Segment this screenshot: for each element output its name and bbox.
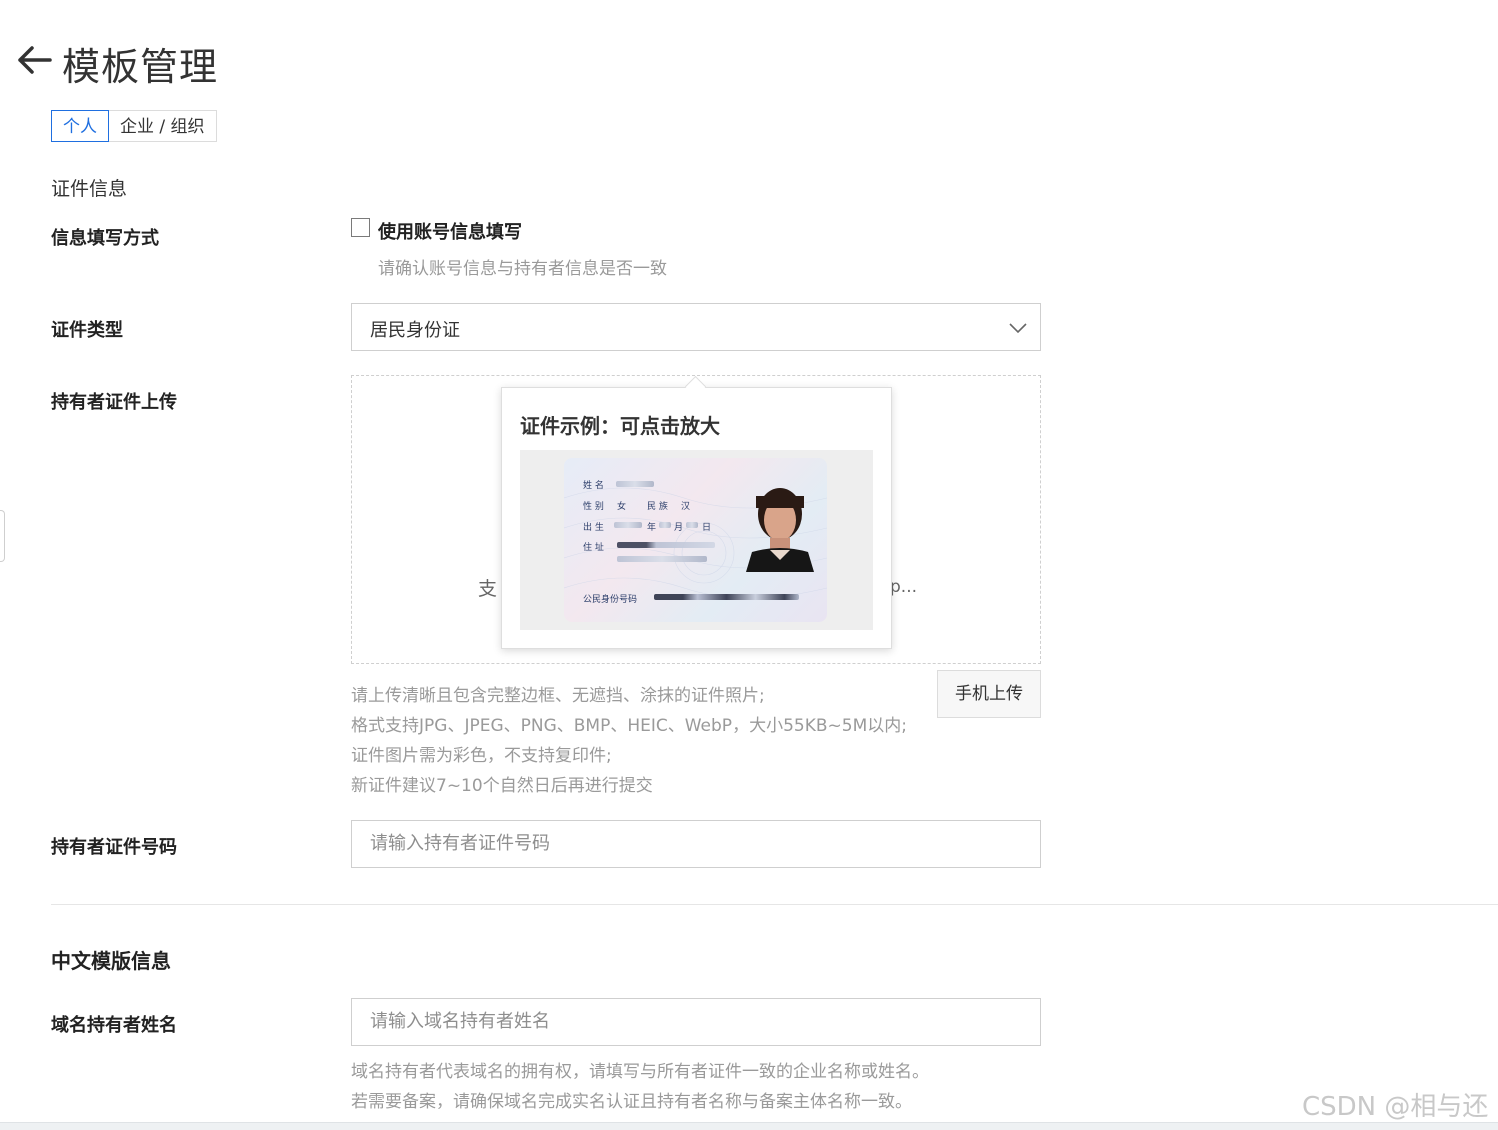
id-day-label: 日 xyxy=(702,523,712,533)
section-divider xyxy=(51,904,1498,905)
cert-example-popover: 证件示例：可点击放大 姓 名 性 别 女 民 族 汉 出 生 年 月 日 住 址… xyxy=(501,387,892,649)
id-number-input[interactable]: 请输入持有者证件号码 xyxy=(351,820,1041,868)
upload-help-line-4: 新证件建议7~10个自然日后再进行提交 xyxy=(351,776,653,796)
id-name-label: 姓 名 xyxy=(583,481,604,491)
id-birth-month-blur xyxy=(659,522,671,528)
id-address-label: 住 址 xyxy=(583,543,604,553)
id-number-label: 公民身份号码 xyxy=(583,595,638,605)
id-name-blur xyxy=(616,481,654,487)
section-title-cert-info: 证件信息 xyxy=(51,178,128,200)
section-title-chinese-template: 中文模版信息 xyxy=(51,949,171,973)
id-photo xyxy=(746,488,814,572)
id-number-blur xyxy=(654,594,799,600)
back-arrow-icon[interactable] xyxy=(14,40,54,80)
use-account-info-checkbox[interactable] xyxy=(351,218,370,237)
upload-support-text: 支 xyxy=(478,578,498,600)
tab-enterprise[interactable]: 企业 / 组织 xyxy=(109,110,217,142)
id-number-label-field: 持有者证件号码 xyxy=(51,837,177,858)
holder-name-help-line-1: 域名持有者代表域名的拥有权，请填写与所有者证件一致的企业名称或姓名。 xyxy=(351,1062,929,1082)
popover-title: 证件示例：可点击放大 xyxy=(520,414,720,438)
upload-format-text: p... xyxy=(890,577,918,597)
upload-help-line-3: 证件图片需为彩色，不支持复印件; xyxy=(351,746,612,766)
upload-help-line-1: 请上传清晰且包含完整边框、无遮挡、涂抹的证件照片; xyxy=(351,686,765,706)
mobile-upload-button[interactable]: 手机上传 xyxy=(937,670,1041,718)
fill-method-label: 信息填写方式 xyxy=(51,228,159,249)
holder-name-help-line-2: 若需要备案，请确保域名完成实名认证且持有者名称与备案主体名称一致。 xyxy=(351,1092,912,1112)
id-address-blur-2 xyxy=(617,556,707,562)
id-gender-label: 性 别 xyxy=(583,502,604,512)
tab-personal[interactable]: 个人 xyxy=(51,110,109,142)
cert-type-value: 居民身份证 xyxy=(370,320,460,341)
id-birth-year-blur xyxy=(614,522,642,528)
id-year-label: 年 xyxy=(647,523,657,533)
cert-type-label: 证件类型 xyxy=(51,320,123,341)
upload-help-line-2: 格式支持JPG、JPEG、PNG、BMP、HEIC、WebP，大小55KB~5M… xyxy=(351,716,907,736)
id-address-blur-1 xyxy=(617,542,715,548)
page-title: 模板管理 xyxy=(62,45,219,89)
cert-upload-label: 持有者证件上传 xyxy=(51,392,177,413)
csdn-watermark: CSDN @相与还 xyxy=(1302,1092,1489,1122)
holder-name-input[interactable]: 请输入域名持有者姓名 xyxy=(351,998,1041,1046)
chevron-down-icon xyxy=(1009,323,1027,334)
id-card-example-image[interactable]: 姓 名 性 别 女 民 族 汉 出 生 年 月 日 住 址 公民身份号码 xyxy=(520,450,873,630)
holder-name-label: 域名持有者姓名 xyxy=(51,1015,177,1036)
use-account-info-label[interactable]: 使用账号信息填写 xyxy=(378,218,522,244)
id-birth-label: 出 生 xyxy=(583,523,604,533)
id-ethnic-value: 汉 xyxy=(681,502,691,512)
cert-type-select[interactable]: 居民身份证 xyxy=(351,303,1041,351)
id-gender-value: 女 xyxy=(617,502,627,512)
id-card: 姓 名 性 别 女 民 族 汉 出 生 年 月 日 住 址 公民身份号码 xyxy=(564,458,827,622)
id-birth-day-blur xyxy=(686,522,698,528)
side-handle[interactable] xyxy=(0,510,5,562)
fill-method-hint: 请确认账号信息与持有者信息是否一致 xyxy=(378,259,667,279)
id-ethnic-label: 民 族 xyxy=(647,502,668,512)
holder-type-tabs: 个人 企业 / 组织 xyxy=(51,110,217,142)
id-month-label: 月 xyxy=(674,523,684,533)
